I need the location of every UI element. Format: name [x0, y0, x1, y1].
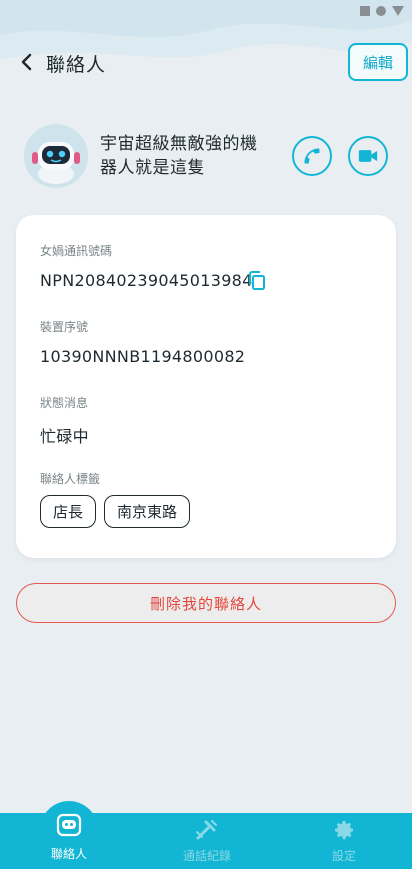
tags-label: 聯絡人標籤 [40, 472, 101, 486]
id-label: 女媧通訊號碼 [40, 244, 113, 258]
gear-icon [335, 821, 354, 840]
nav-label-contacts: 聯絡人 [50, 847, 87, 861]
tag-chip[interactable]: 店長 [40, 495, 97, 528]
serial-label: 裝置序號 [40, 320, 89, 334]
robot-avatar-icon [24, 124, 88, 188]
video-call-button[interactable] [348, 136, 388, 176]
nav-label-call-log: 通話紀錄 [182, 849, 231, 863]
status-dot-icon [376, 6, 386, 16]
header: 聯絡人 編輯 [0, 40, 412, 86]
nav-item-settings[interactable]: 設定 [294, 813, 394, 869]
back-button[interactable] [14, 48, 38, 76]
status-label: 狀態消息 [40, 396, 89, 410]
status-value: 忙碌中 [40, 427, 89, 446]
tag-chip[interactable]: 南京東路 [104, 495, 191, 528]
contacts-icon [56, 813, 82, 837]
contact-name: 宇宙超級無敵強的機器人就是這隻 [100, 134, 258, 178]
delete-contact-button[interactable]: 刪除我的聯絡人 [16, 583, 396, 623]
status-square-icon [360, 6, 370, 16]
serial-value: 10390NNNB1194800082 [40, 347, 246, 366]
nav-item-call-log[interactable]: 通話紀錄 [157, 813, 257, 869]
avatar [24, 124, 88, 188]
video-camera-icon [358, 150, 378, 162]
status-triangle-icon [392, 6, 404, 16]
call-log-icon [196, 820, 217, 840]
phone-icon [304, 148, 320, 164]
chevron-left-icon [21, 53, 32, 71]
status-bar [360, 6, 404, 16]
copy-icon [249, 271, 265, 290]
page-title: 聯絡人 [46, 54, 107, 76]
contact-details-card: 女媧通訊號碼 NPN20840239045013984 裝置序號 10390NN… [16, 215, 396, 558]
contact-profile: 宇宙超級無敵強的機器人就是這隻 [24, 124, 394, 188]
edit-button[interactable]: 編輯 [348, 43, 408, 81]
nav-label-settings: 設定 [331, 849, 356, 863]
call-button[interactable] [292, 136, 332, 176]
copy-button[interactable] [246, 270, 268, 292]
id-value: NPN20840239045013984 [40, 271, 253, 290]
nav-item-contacts[interactable]: 聯絡人 [19, 808, 119, 864]
tag-list: 店長 南京東路 [40, 495, 191, 528]
